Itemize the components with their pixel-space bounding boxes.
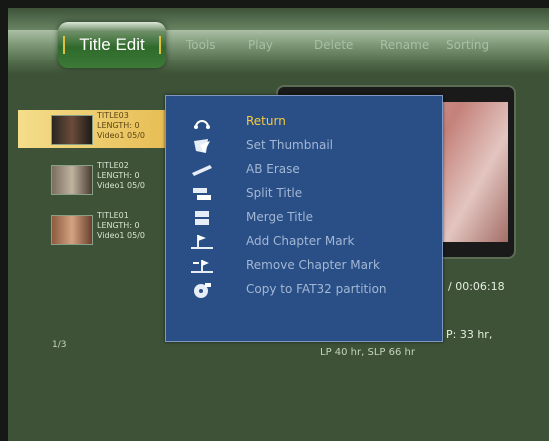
thumbnail-icon [194, 139, 210, 153]
tab-sorting[interactable]: Sorting [446, 35, 489, 55]
title-info: TITLE02 LENGTH: 0 Video1 05/0 [97, 161, 146, 190]
add-chapter-icon [191, 235, 213, 249]
free-space-readout: LP 40 hr, SLP 66 hr [320, 347, 415, 358]
menu-item-merge-title[interactable]: Merge Title [190, 208, 440, 228]
tab-rename[interactable]: Rename [380, 35, 429, 55]
split-icon [193, 188, 211, 200]
title-thumbnail [51, 115, 93, 145]
menu-item-split-title[interactable]: Split Title [190, 184, 440, 204]
title-edit-menu: Return Set Thumbnail AB Erase Split Titl… [165, 95, 443, 342]
menu-item-return[interactable]: Return [190, 112, 440, 132]
menu-item-add-chapter-mark[interactable]: Add Chapter Mark [190, 232, 440, 252]
copy-icon [194, 283, 211, 298]
erase-icon [192, 165, 212, 176]
time-readout: / 00:06:18 [448, 280, 505, 293]
page-indicator: 1/3 [52, 340, 67, 350]
menu-item-ab-erase[interactable]: AB Erase [190, 160, 440, 180]
tab-title-edit[interactable]: Title Edit [58, 22, 166, 68]
merge-icon [195, 211, 209, 225]
title-info: TITLE01 LENGTH: 0 Video1 05/0 [97, 211, 146, 240]
title-thumbnail [51, 165, 93, 195]
remove-chapter-icon [191, 260, 213, 273]
space-readout: P: 33 hr, [446, 328, 493, 341]
title-thumbnail [51, 215, 93, 245]
menu-item-copy-fat32[interactable]: Copy to FAT32 partition [190, 280, 440, 300]
tab-play[interactable]: Play [248, 35, 273, 55]
menu-item-set-thumbnail[interactable]: Set Thumbnail [190, 136, 440, 156]
menu-item-remove-chapter-mark[interactable]: Remove Chapter Mark [190, 256, 440, 276]
tab-tools[interactable]: Tools [186, 35, 216, 55]
title-info: TITLE03 LENGTH: 0 Video1 05/0 [97, 111, 146, 140]
return-icon [194, 120, 210, 129]
tab-delete[interactable]: Delete [314, 35, 353, 55]
tab-title-edit-label: Title Edit [79, 35, 145, 54]
